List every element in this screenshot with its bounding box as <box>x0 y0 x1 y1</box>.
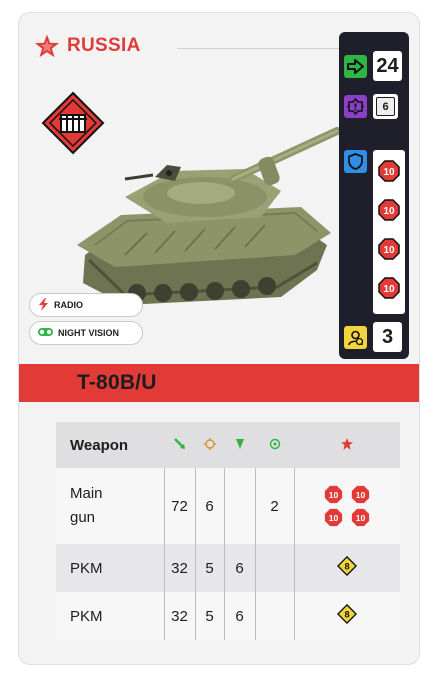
nation-name: RUSSIA <box>67 35 141 56</box>
range-icon <box>164 422 195 468</box>
health-value: 3 <box>373 322 402 352</box>
armor-value: 10 <box>383 167 395 178</box>
speed-stat: 24 <box>344 51 402 81</box>
divider <box>177 48 347 49</box>
spotting-icon <box>344 95 367 118</box>
armor-octagon-icon: 10 <box>378 160 400 187</box>
radio-badge: RADIO <box>29 293 143 317</box>
damage-octagon-icon: 10 <box>352 485 370 504</box>
rate-value <box>254 592 294 640</box>
table-header: Weapon <box>56 422 400 468</box>
svg-text:10: 10 <box>356 513 366 523</box>
spotting-value: 6 <box>376 97 395 116</box>
armor-value: 10 <box>383 206 395 217</box>
speed-value: 24 <box>373 51 402 81</box>
svg-text:10: 10 <box>356 490 366 500</box>
damage-values: 10 10 10 10 <box>293 468 400 544</box>
table-row: PKM 32 5 6 8 <box>56 592 400 640</box>
table-row: Main gun 72 6 2 10 10 10 10 <box>56 468 400 544</box>
penetration-icon <box>224 422 255 468</box>
nation-header: RUSSIA <box>35 35 141 57</box>
armor-value: 10 <box>383 284 395 295</box>
red-star-icon <box>35 35 59 57</box>
shield-icon <box>344 150 367 173</box>
aim-value: 6 <box>194 468 224 544</box>
rate-value: 2 <box>254 468 294 544</box>
night-vision-badge: NIGHT VISION <box>29 321 143 345</box>
rate-icon <box>255 422 294 468</box>
damage-octagon-icon: 10 <box>325 485 343 504</box>
binoculars-icon <box>38 327 53 339</box>
aim-value: 5 <box>194 544 224 592</box>
damage-values: 8 <box>293 544 400 592</box>
stat-panel: 24 6 10 10 10 10 3 <box>339 32 409 359</box>
damage-octagon-icon: 10 <box>352 508 370 527</box>
spotting-box: 6 <box>373 94 398 119</box>
unit-card: RUSSIA RADIO NIGHT VISION 24 6 10 10 10 … <box>18 12 420 665</box>
weapon-name: PKM <box>56 592 164 640</box>
range-value: 72 <box>163 468 195 544</box>
damage-values: 8 <box>293 592 400 640</box>
aim-icon <box>195 422 224 468</box>
weapon-name: Main gun <box>56 468 164 544</box>
lightning-icon <box>38 297 49 313</box>
armor-octagon-icon: 10 <box>378 199 400 226</box>
pen-value <box>223 468 255 544</box>
svg-text:8: 8 <box>345 562 350 572</box>
armor-octagon-icon: 10 <box>378 277 400 304</box>
armor-value: 10 <box>383 245 395 256</box>
damage-octagon-icon: 10 <box>325 508 343 527</box>
armor-stat: 10 10 10 10 <box>344 150 405 314</box>
badge-label: NIGHT VISION <box>58 328 120 338</box>
pen-value: 6 <box>223 544 255 592</box>
weapons-table: Weapon Main gun 72 6 2 10 10 10 10 PKM 3… <box>56 422 400 640</box>
spotting-stat: 6 <box>344 94 398 119</box>
weapon-header: Weapon <box>56 422 164 468</box>
svg-text:10: 10 <box>329 490 339 500</box>
table-row: PKM 32 5 6 8 <box>56 544 400 592</box>
badge-label: RADIO <box>54 300 83 310</box>
rate-value <box>254 544 294 592</box>
speed-arrow-icon <box>344 54 367 78</box>
svg-text:8: 8 <box>345 610 350 620</box>
armor-values: 10 10 10 10 <box>373 150 405 314</box>
damage-diamond-icon: 8 <box>337 555 358 577</box>
unit-name: T-80B/U <box>77 371 157 394</box>
weapon-name: PKM <box>56 544 164 592</box>
svg-text:10: 10 <box>329 513 339 523</box>
crew-health-icon <box>344 325 367 349</box>
pen-value: 6 <box>223 592 255 640</box>
aim-value: 5 <box>194 592 224 640</box>
unit-name-banner: T-80B/U <box>19 364 419 402</box>
health-stat: 3 <box>344 322 402 352</box>
armor-octagon-icon: 10 <box>378 238 400 265</box>
range-value: 32 <box>163 592 195 640</box>
damage-diamond-icon: 8 <box>337 603 358 625</box>
range-value: 32 <box>163 544 195 592</box>
damage-icon <box>294 422 400 468</box>
